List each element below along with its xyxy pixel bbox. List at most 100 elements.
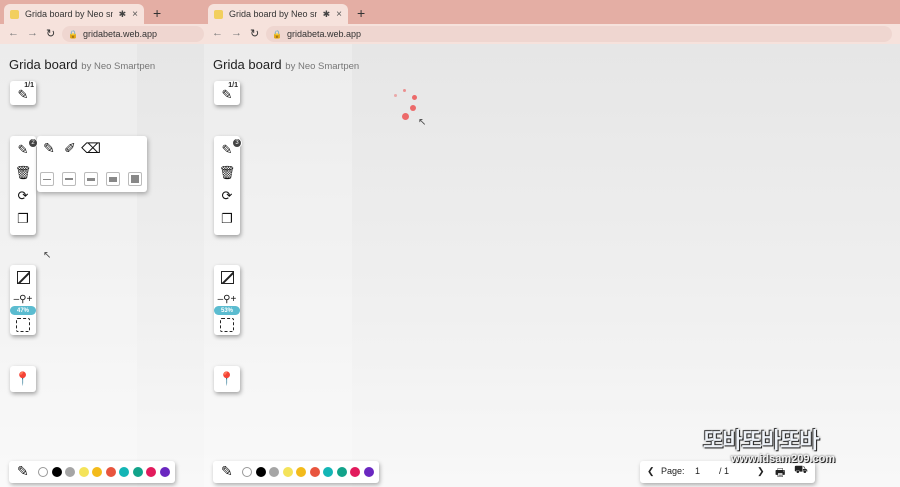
fit-width-icon <box>16 270 30 284</box>
color-swatch[interactable] <box>92 467 102 477</box>
loading-spinner-dot <box>394 94 397 97</box>
color-swatch[interactable] <box>309 467 320 477</box>
thickness-option[interactable] <box>106 172 120 186</box>
pen-icon: ✎ <box>17 87 29 102</box>
color-swatch[interactable] <box>350 467 360 477</box>
address-bar: ← → ↻ 🔒 gridabeta.web.app <box>204 24 900 44</box>
address-bar: ← → ↻ 🔒 gridabeta.web.app <box>0 24 204 44</box>
layers-icon: ❐ <box>17 211 29 226</box>
pen-icon: ✎ <box>43 139 55 156</box>
thickness-option[interactable] <box>62 172 76 186</box>
board-canvas[interactable]: Grida board by Neo Smartpen ✎ 1/1 ✎ 3 🗑 … <box>204 44 900 487</box>
pen-count-badge: 3 <box>232 138 242 148</box>
marker-icon: ✐ <box>64 139 76 156</box>
layer-button[interactable]: ❐ <box>10 209 36 229</box>
rotate-button[interactable]: ⟳ <box>214 186 240 206</box>
bluetooth-icon: ✱ <box>322 8 331 19</box>
browser-tab[interactable]: Grida board by Neo smartp ✱ × <box>4 4 144 24</box>
fit-width-icon <box>220 270 234 284</box>
loading-spinner-dot <box>410 105 416 111</box>
tab-close-button[interactable]: × <box>336 9 342 20</box>
mouse-cursor-icon: ↖ <box>418 117 427 128</box>
pen-type-eraser[interactable]: ⌫ <box>81 139 101 157</box>
reload-button[interactable]: ↻ <box>46 27 55 40</box>
layer-button[interactable]: ❐ <box>214 209 240 229</box>
color-swatch[interactable] <box>132 467 143 477</box>
pen-select-button[interactable]: ✎ 3 <box>214 138 242 160</box>
pen-toolbar: ✎ 2 🗑 ⟳ ❐ <box>10 136 38 235</box>
app-title: Grida board by Neo Smartpen <box>213 57 359 72</box>
app-title: Grida board by Neo Smartpen <box>9 57 155 72</box>
color-swatch[interactable] <box>282 467 293 477</box>
pen-type-pen[interactable]: ✎ <box>40 139 58 157</box>
back-button[interactable]: ← <box>212 27 223 39</box>
app-subtitle: by Neo Smartpen <box>81 61 156 72</box>
reload-button[interactable]: ↻ <box>250 27 259 40</box>
rotate-icon: ⟳ <box>17 188 29 203</box>
forward-button[interactable]: → <box>231 27 242 39</box>
color-swatch[interactable] <box>242 467 252 477</box>
browser-tab[interactable]: Grida board by Neo smartp ✱ × <box>208 4 348 24</box>
pen-select-button[interactable]: ✎ 2 <box>10 138 38 160</box>
rotate-button[interactable]: ⟳ <box>10 186 36 206</box>
tab-close-button[interactable]: × <box>132 9 138 20</box>
thickness-option[interactable] <box>84 172 98 186</box>
fit-width-button[interactable] <box>10 267 36 287</box>
url-field[interactable]: 🔒 gridabeta.web.app <box>266 26 892 42</box>
locate-button[interactable]: 📍 <box>214 369 240 389</box>
new-tab-button[interactable]: + <box>153 5 161 21</box>
trash-button[interactable]: 🗑 <box>10 163 36 183</box>
color-swatch[interactable] <box>65 467 75 477</box>
eraser-icon: ⌫ <box>81 139 101 156</box>
color-swatch[interactable] <box>363 467 374 477</box>
favicon-icon <box>214 9 223 19</box>
locate-toolbar: 📍 <box>214 366 240 392</box>
favicon-icon <box>10 9 19 19</box>
watermark: 또바또바또바 www.idsam209.com <box>703 423 885 469</box>
color-swatch[interactable] <box>323 467 333 477</box>
browser-window-right: Grida board by Neo smartp ✱ × + ← → ↻ 🔒 … <box>204 0 900 487</box>
pen-settings-popup: ✎ ✐ ⌫ <box>37 136 147 192</box>
zoom-badge: 53% <box>214 306 240 315</box>
fit-page-button[interactable] <box>214 315 240 335</box>
url-text: gridabeta.web.app <box>286 29 362 39</box>
page-toolbar: ✎ 1/1 <box>214 81 240 105</box>
board-canvas[interactable]: Grida board by Neo Smartpen ✎ 1/1 ✎ 2 🗑 … <box>0 44 204 487</box>
locate-toolbar: 📍 <box>10 366 36 392</box>
color-swatch[interactable] <box>336 467 347 477</box>
zoom-icon: –⚲+ <box>13 293 33 305</box>
trash-icon: 🗑 <box>218 165 236 180</box>
loading-spinner-dot <box>403 89 406 92</box>
page-number-input[interactable]: 1 <box>695 466 700 476</box>
back-button[interactable]: ← <box>8 27 19 39</box>
fit-width-button[interactable] <box>214 267 240 287</box>
rotate-icon: ⟳ <box>221 188 233 203</box>
tab-title: Grida board by Neo smartp <box>25 9 113 19</box>
thickness-option[interactable] <box>40 172 54 186</box>
location-pin-icon: 📍 <box>14 371 32 386</box>
pen-type-marker[interactable]: ✐ <box>61 139 79 157</box>
pen-icon: ✎ <box>221 463 233 479</box>
locate-button[interactable]: 📍 <box>10 369 36 389</box>
color-swatch[interactable] <box>38 467 48 477</box>
layers-icon: ❐ <box>221 211 233 226</box>
color-swatch[interactable] <box>78 467 89 477</box>
thickness-option[interactable] <box>128 172 142 186</box>
url-field[interactable]: 🔒 gridabeta.web.app <box>62 26 204 42</box>
page-indicator: 1/1 <box>24 82 34 89</box>
forward-button[interactable]: → <box>27 27 38 39</box>
color-swatch[interactable] <box>296 467 306 477</box>
color-swatch[interactable] <box>255 467 266 477</box>
color-swatch[interactable] <box>146 467 156 477</box>
watermark-url: www.idsam209.com <box>731 453 836 465</box>
color-swatch[interactable] <box>105 467 116 477</box>
color-swatch[interactable] <box>159 467 170 477</box>
prev-page-button[interactable]: ❮ <box>647 466 655 477</box>
color-swatch[interactable] <box>119 467 129 477</box>
trash-button[interactable]: 🗑 <box>214 163 240 183</box>
color-palette: ✎ <box>213 461 379 483</box>
color-swatch[interactable] <box>51 467 62 477</box>
new-tab-button[interactable]: + <box>357 5 365 21</box>
color-swatch[interactable] <box>269 467 279 477</box>
fit-page-button[interactable] <box>10 315 36 335</box>
